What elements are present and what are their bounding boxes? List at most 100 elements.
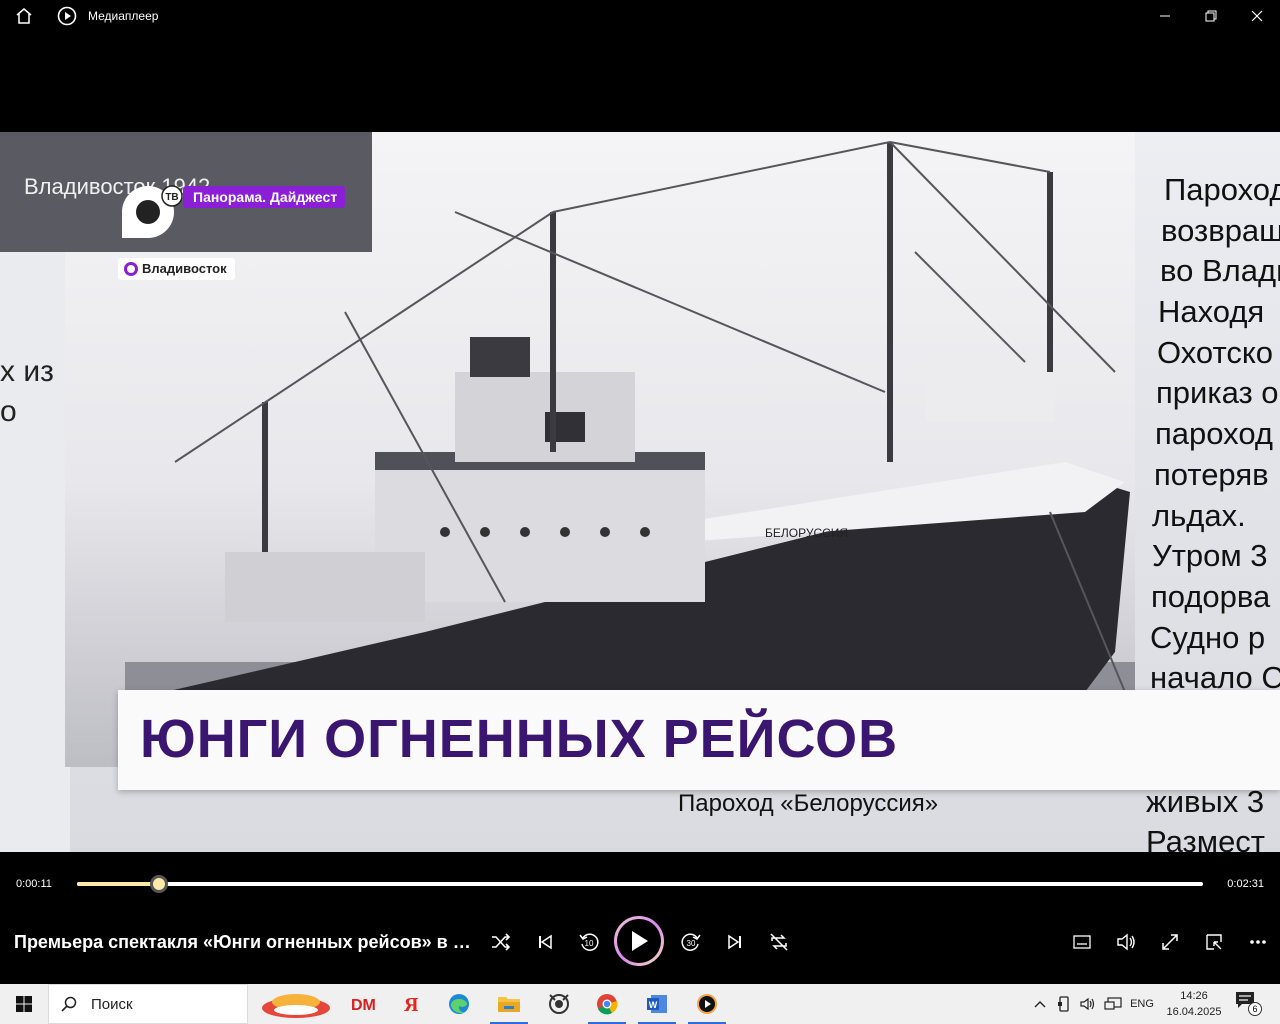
speaker-icon [1080,997,1095,1011]
notification-count: 6 [1248,1002,1262,1016]
current-time: 0:00:11 [16,878,52,890]
dm-app-button[interactable]: DM [340,986,386,1022]
next-icon [728,934,741,950]
shuffle-button[interactable] [481,926,521,958]
video-frame[interactable]: х из о БЕЛОРУССИЯ Владивосток 1942 ТВ Па… [0,132,1280,852]
screenshot-tool-icon [549,994,569,1014]
close-icon [1251,10,1263,22]
location-badge: Владивосток [118,258,235,280]
yandex-icon: Я [404,994,419,1016]
media-player-taskbar-button[interactable] [684,986,730,1024]
book-right-text: Пароход возвраща во Влади Находя Охотско… [1150,172,1280,696]
duration: 0:02:31 [1227,878,1264,890]
weather-widget-icon [262,994,330,1018]
weather-widget-button[interactable] [258,986,334,1022]
play-icon [632,931,648,951]
minimize-button[interactable] [1142,0,1188,32]
svg-text:30: 30 [687,939,696,948]
more-options-button[interactable] [1238,926,1278,958]
location-label: Владивосток [142,261,227,276]
subtitles-button[interactable] [1062,926,1102,958]
seek-track[interactable] [77,882,1203,886]
channel-program-badge: Панорама. Дайджест [183,186,346,208]
book-left-text: х из о [0,355,54,428]
window-title: Медиаплеер [88,9,159,23]
media-player-app-icon [56,5,78,27]
folder-icon [498,997,520,1012]
previous-icon [539,934,552,950]
playback-controls: Премьера спектакля «Юнги огненных рейсов… [0,916,1280,984]
repeat-button[interactable] [759,926,799,958]
book-left-page [0,252,70,852]
file-explorer-button[interactable] [486,986,532,1024]
mini-player-icon [1206,934,1222,950]
input-language-button[interactable]: ENG [1128,984,1156,1024]
volume-tray-button[interactable] [1078,984,1098,1024]
svg-text:W: W [649,1000,658,1010]
svg-text:DM: DM [351,997,376,1014]
home-button[interactable] [0,0,48,32]
taskbar-search-box[interactable]: Поиск [48,984,248,1024]
seek-bar-area: 0:00:11 0:02:31 [0,852,1280,916]
photo-caption: Пароход «Белоруссия» [678,790,939,817]
chrome-icon [597,994,618,1015]
home-icon [16,8,32,24]
subtitles-icon [1073,935,1091,949]
clock-date: 16.04.2025 [1166,1006,1222,1018]
more-icon [1250,940,1266,944]
title-bar: Медиаплеер [0,0,1280,32]
book-right-text-bottom: живых 3 Размест [1146,784,1266,852]
location-pin-icon [124,262,138,276]
skip-back-10-icon: 10 [579,933,599,951]
minimize-icon [1160,15,1170,17]
next-button[interactable] [715,926,755,958]
svg-text:Я: Я [404,994,419,1016]
restore-icon [1205,10,1217,22]
mini-player-button[interactable] [1194,926,1234,958]
skip-forward-button[interactable]: 30 [671,926,711,958]
windows-logo-icon [16,996,32,1012]
start-button[interactable] [0,984,48,1024]
word-button[interactable]: W [634,986,680,1024]
dm-app-icon: DM [351,997,376,1014]
network-icon [1104,997,1122,1010]
device-tray-button[interactable] [1054,984,1074,1024]
search-icon [61,996,77,1012]
show-hidden-icons-button[interactable] [1030,984,1050,1024]
previous-button[interactable] [525,926,565,958]
media-title: Премьера спектакля «Юнги огненных рейсов… [14,932,474,952]
lower-third-title: ЮНГИ ОГНЕННЫХ РЕЙСОВ [140,709,899,769]
restore-button[interactable] [1188,0,1234,32]
volume-icon [1117,933,1135,951]
search-placeholder: Поиск [91,995,133,1013]
chrome-button[interactable] [584,986,630,1024]
close-button[interactable] [1234,0,1280,32]
fullscreen-button[interactable] [1150,926,1190,958]
windows-taskbar: Поиск DM Я W ENG 14:26 16.04.2025 6 [0,984,1280,1024]
ship-hull-name: БЕЛОРУССИЯ [765,526,848,540]
clock-time: 14:26 [1180,990,1208,1002]
volume-button[interactable] [1106,926,1146,958]
svg-text:10: 10 [585,939,594,948]
svg-text:ТВ: ТВ [165,192,178,203]
fullscreen-icon [1162,934,1178,950]
skip-back-button[interactable]: 10 [569,926,609,958]
taskbar-clock[interactable]: 14:26 16.04.2025 [1162,988,1226,1020]
play-button[interactable] [614,916,664,966]
edge-browser-button[interactable] [436,986,482,1022]
screenshot-tool-button[interactable] [536,986,582,1022]
tv-channel-logo: ТВ [122,185,182,238]
device-icon [1058,996,1069,1012]
network-tray-button[interactable] [1102,984,1124,1024]
seek-thumb[interactable] [150,875,169,893]
notification-center-button[interactable]: 6 [1234,990,1262,1018]
lower-third-banner: ЮНГИ ОГНЕННЫХ РЕЙСОВ [118,690,1280,790]
seek-progress [77,882,160,886]
yandex-browser-button[interactable]: Я [388,986,434,1022]
shuffle-icon [492,933,511,951]
repeat-off-icon [770,933,788,951]
chevron-up-icon [1034,1001,1046,1008]
word-icon: W [647,995,667,1013]
skip-forward-30-icon: 30 [681,933,701,951]
edge-icon [449,994,469,1014]
